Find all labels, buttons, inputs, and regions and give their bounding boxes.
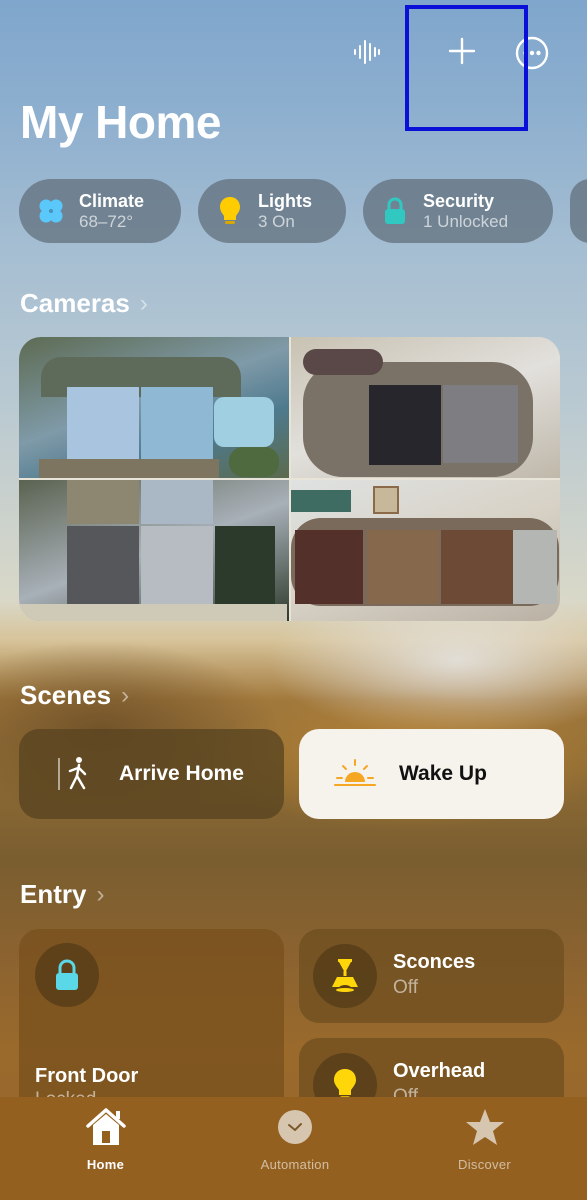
tab-home[interactable]: Home xyxy=(48,1097,163,1200)
chip-label: Lights xyxy=(258,190,312,211)
chevron-right-icon: › xyxy=(139,289,148,317)
walking-person-icon xyxy=(45,754,105,794)
ellipsis-circle-icon xyxy=(515,36,549,70)
cameras-section-header[interactable]: Cameras › xyxy=(20,288,148,319)
entry-section-header[interactable]: Entry › xyxy=(20,879,104,910)
chip-partial[interactable] xyxy=(570,179,587,243)
chip-lights[interactable]: Lights 3 On xyxy=(198,179,346,243)
star-icon xyxy=(465,1107,505,1147)
camera-feed-pool[interactable] xyxy=(19,337,289,478)
accessory-name: Overhead xyxy=(393,1060,486,1082)
tab-label: Discover xyxy=(458,1157,511,1172)
camera-feed-yard[interactable] xyxy=(19,480,289,621)
accessory-name: Sconces xyxy=(393,951,476,973)
scenes-section-header[interactable]: Scenes › xyxy=(20,680,129,711)
chip-label: Climate xyxy=(79,190,145,211)
scene-arrive-home[interactable]: Arrive Home xyxy=(19,729,284,819)
clock-check-icon xyxy=(277,1107,313,1147)
top-bar xyxy=(337,20,587,85)
chip-climate[interactable]: Climate 68–72° xyxy=(19,179,181,243)
sconce-lamp-icon[interactable] xyxy=(313,944,377,1008)
camera-feed-living-room[interactable] xyxy=(290,337,560,478)
lock-icon[interactable] xyxy=(35,943,99,1007)
tab-label: Home xyxy=(86,1157,125,1172)
lock-icon xyxy=(381,197,409,225)
tab-discover[interactable]: Discover xyxy=(427,1097,542,1200)
entry-title: Entry xyxy=(20,879,87,909)
fan-icon xyxy=(37,197,65,225)
tab-label: Automation xyxy=(260,1157,330,1172)
status-chips: Climate 68–72° Lights 3 On Security 1 Un… xyxy=(19,179,587,243)
house-icon xyxy=(85,1107,127,1147)
scene-label: Arrive Home xyxy=(119,762,244,785)
waveform-icon[interactable] xyxy=(349,34,385,70)
accessory-name: Front Door xyxy=(35,1065,139,1087)
add-button[interactable] xyxy=(432,26,492,76)
scenes-title: Scenes xyxy=(20,680,112,710)
scene-wake-up[interactable]: Wake Up xyxy=(299,729,564,819)
accessory-sconces[interactable]: Sconces Off xyxy=(299,929,564,1023)
chip-value: 1 Unlocked xyxy=(423,211,509,231)
more-button[interactable] xyxy=(515,36,549,70)
tab-automation[interactable]: Automation xyxy=(238,1097,353,1200)
scene-label: Wake Up xyxy=(399,762,487,785)
chip-value: 3 On xyxy=(258,211,295,231)
chevron-right-icon: › xyxy=(121,681,130,709)
chevron-right-icon: › xyxy=(96,880,105,908)
plus-icon xyxy=(448,37,476,65)
chip-label: Security xyxy=(423,190,495,211)
chip-value: 68–72° xyxy=(79,211,134,231)
tab-bar: Home Automation Discover xyxy=(0,1097,587,1200)
cameras-title: Cameras xyxy=(20,288,130,318)
sunrise-icon xyxy=(325,757,385,791)
camera-feed-hallway[interactable] xyxy=(290,480,560,621)
accessory-status: Off xyxy=(393,977,418,998)
lightbulb-icon xyxy=(216,197,244,225)
camera-grid xyxy=(19,337,560,621)
page-title: My Home xyxy=(20,96,221,148)
chip-security[interactable]: Security 1 Unlocked xyxy=(363,179,553,243)
